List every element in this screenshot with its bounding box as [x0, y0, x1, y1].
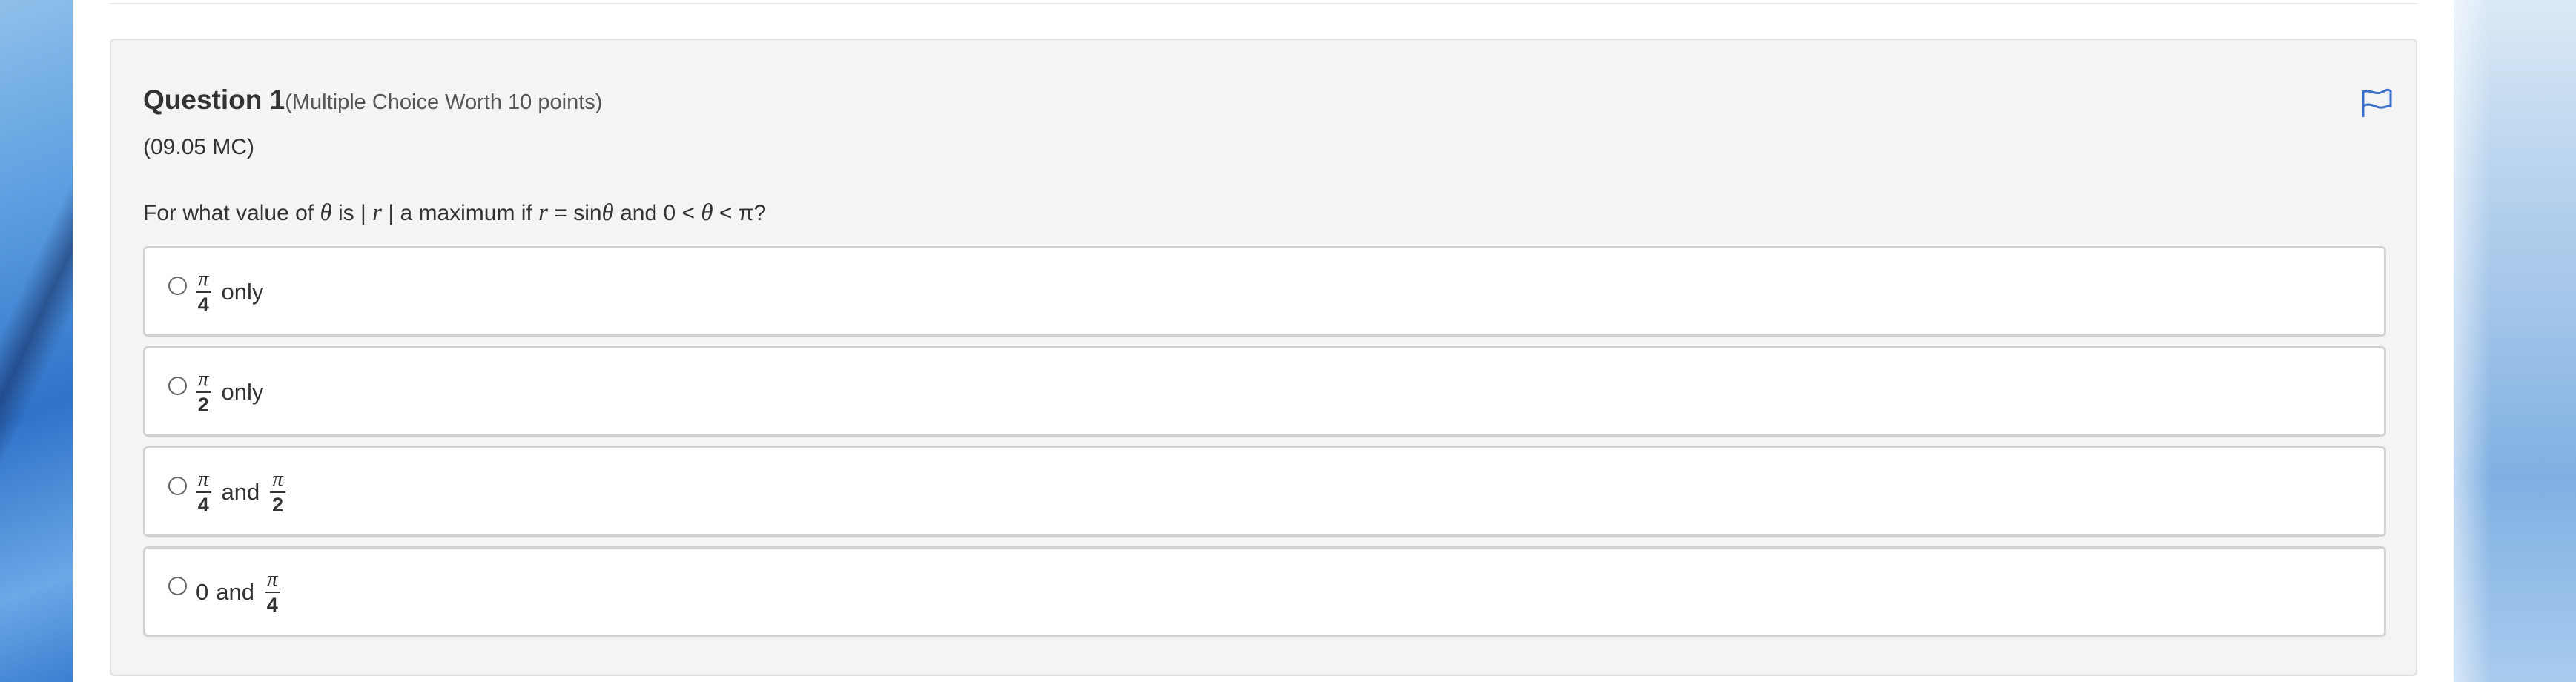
stem-text: is | — [331, 201, 373, 225]
question-header: Question 1(Multiple Choice Worth 10 poin… — [143, 85, 602, 116]
stem-text: and 0 < — [613, 201, 701, 225]
option-text: only — [221, 379, 264, 405]
fraction-denominator: 2 — [197, 394, 209, 416]
question-code: (09.05 MC) — [143, 135, 255, 159]
option-label: π 4 and π 2 — [196, 468, 296, 517]
radio-button[interactable] — [168, 577, 187, 595]
fraction-numerator: π — [196, 268, 211, 293]
option-text: only — [221, 279, 264, 305]
fraction-numerator: π — [196, 468, 211, 493]
option-lead: 0 — [196, 579, 209, 605]
stem-theta: θ — [701, 199, 713, 226]
background-left — [0, 0, 73, 682]
fraction: π 2 — [270, 468, 285, 517]
radio-button[interactable] — [168, 377, 187, 395]
option-text: and — [221, 479, 260, 505]
option-label: π 2 only — [196, 368, 274, 417]
question-card: Question 1(Multiple Choice Worth 10 poin… — [110, 39, 2417, 676]
fraction-denominator: 4 — [266, 594, 278, 616]
background-right — [2454, 0, 2576, 682]
answer-option-1[interactable]: π 4 only — [143, 246, 2386, 337]
stem-r: r — [538, 199, 548, 226]
stem-r: r — [372, 199, 382, 226]
fraction: π 4 — [196, 468, 211, 517]
stem-theta: θ — [320, 199, 332, 226]
stem-text: = sin — [548, 201, 602, 225]
fraction-numerator: π — [264, 568, 280, 593]
radio-button[interactable] — [168, 277, 187, 295]
option-label: π 4 only — [196, 268, 274, 317]
answer-option-2[interactable]: π 2 only — [143, 346, 2386, 437]
flag-icon[interactable] — [2359, 87, 2394, 119]
fraction: π 4 — [196, 268, 211, 317]
stem-text: | a maximum if — [381, 201, 539, 225]
option-label: 0 and π 4 — [196, 568, 291, 617]
answer-option-3[interactable]: π 4 and π 2 — [143, 446, 2386, 537]
divider — [110, 3, 2417, 4]
fraction-numerator: π — [196, 368, 211, 393]
fraction-denominator: 2 — [272, 494, 284, 516]
question-title: Question 1 — [143, 85, 285, 115]
radio-button[interactable] — [168, 477, 187, 495]
answer-option-4[interactable]: 0 and π 4 — [143, 546, 2386, 637]
page: Question 1(Multiple Choice Worth 10 poin… — [73, 0, 2454, 682]
fraction: π 2 — [196, 368, 211, 417]
fraction-numerator: π — [270, 468, 285, 493]
fraction-denominator: 4 — [197, 294, 209, 316]
fraction-denominator: 4 — [197, 494, 209, 516]
question-stem: For what value of θ is | r | a maximum i… — [143, 199, 766, 227]
stem-text: For what value of — [143, 201, 320, 225]
stem-text: < π? — [713, 201, 767, 225]
stem-theta: θ — [601, 199, 614, 226]
question-worth: (Multiple Choice Worth 10 points) — [285, 90, 603, 114]
fraction: π 4 — [264, 568, 280, 617]
option-text: and — [216, 579, 254, 605]
